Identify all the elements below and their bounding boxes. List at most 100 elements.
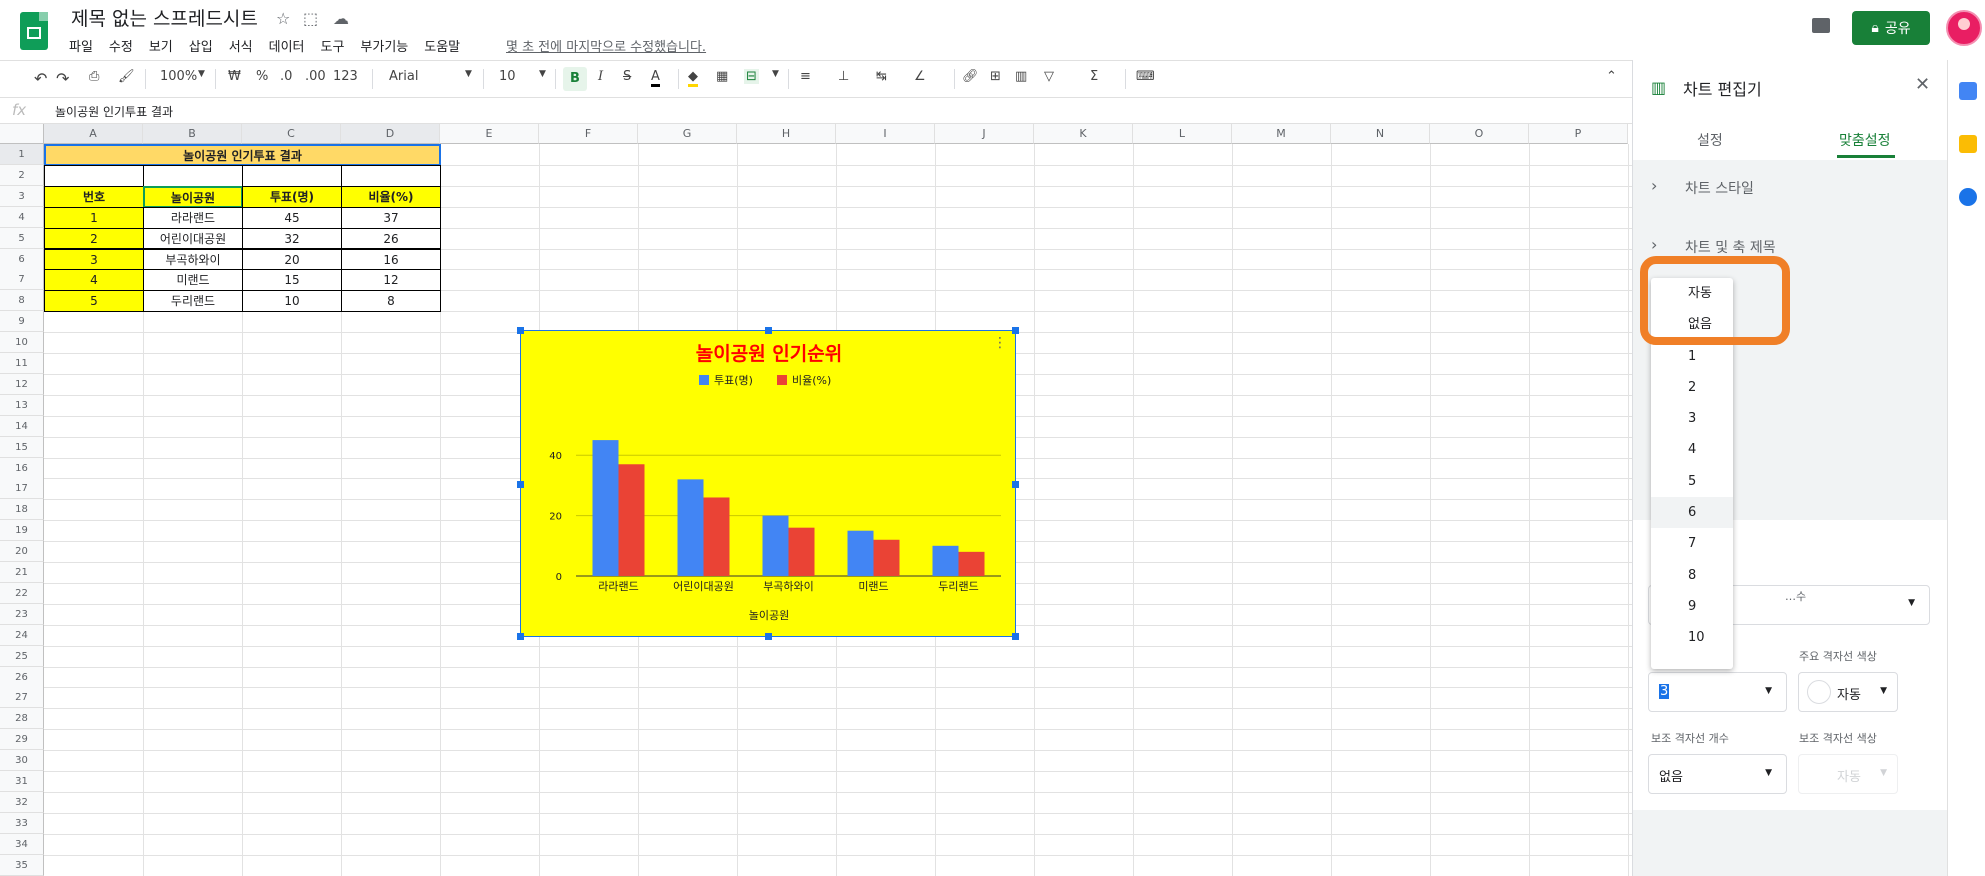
section-chart-axis-titles[interactable]: 차트 및 축 제목 bbox=[1685, 237, 1776, 257]
more-formats-button[interactable]: 123 bbox=[333, 69, 358, 84]
table-cell[interactable]: 4 bbox=[44, 269, 144, 292]
column-header-C[interactable]: C bbox=[242, 124, 341, 144]
menu-addons[interactable]: 부가기능 bbox=[360, 36, 408, 55]
merge-cells-icon[interactable]: ⊟ bbox=[744, 69, 759, 84]
keep-icon[interactable] bbox=[1959, 135, 1977, 153]
comment-icon[interactable] bbox=[1812, 18, 1830, 33]
row-header-1[interactable]: 1 bbox=[0, 144, 44, 165]
table-cell[interactable]: 8 bbox=[341, 290, 441, 313]
row-header-19[interactable]: 19 bbox=[0, 520, 44, 542]
formula-input[interactable]: 놀이공원 인기투표 결과 bbox=[55, 103, 173, 120]
chevron-right-icon[interactable]: › bbox=[1651, 235, 1657, 254]
percent-button[interactable]: % bbox=[256, 69, 268, 84]
minor-gridline-count-select[interactable]: 없음 ▼ bbox=[1648, 754, 1787, 794]
column-header-N[interactable]: N bbox=[1331, 124, 1430, 144]
row-header-27[interactable]: 27 bbox=[0, 687, 44, 709]
resize-handle[interactable] bbox=[517, 327, 524, 334]
dropdown-option[interactable]: 4 bbox=[1651, 434, 1733, 465]
align-horizontal-icon[interactable]: ≡ bbox=[800, 69, 811, 84]
font-size-select[interactable]: 10 bbox=[499, 69, 516, 84]
text-color-button[interactable]: A bbox=[651, 69, 660, 87]
column-header-G[interactable]: G bbox=[638, 124, 737, 144]
font-chevron-icon[interactable]: ▼ bbox=[465, 69, 472, 79]
borders-icon[interactable]: ▦ bbox=[716, 69, 728, 84]
star-icon[interactable]: ☆ bbox=[276, 9, 290, 28]
merge-chevron-icon[interactable]: ▼ bbox=[772, 69, 779, 79]
menu-file[interactable]: 파일 bbox=[69, 36, 93, 55]
table-cell[interactable]: 미랜드 bbox=[143, 269, 243, 292]
row-header-28[interactable]: 28 bbox=[0, 708, 44, 730]
menu-edit[interactable]: 수정 bbox=[109, 36, 133, 55]
row-header-17[interactable]: 17 bbox=[0, 478, 44, 500]
functions-button[interactable]: Σ bbox=[1090, 69, 1098, 84]
table-cell[interactable]: 1 bbox=[44, 206, 144, 229]
increase-decimal-button[interactable]: .00 bbox=[305, 69, 326, 84]
table-cell[interactable]: 어린이대공원 bbox=[143, 227, 243, 250]
menu-view[interactable]: 보기 bbox=[149, 36, 173, 55]
table-cell[interactable]: 20 bbox=[242, 248, 342, 271]
table-header-cell[interactable]: 번호 bbox=[44, 185, 144, 208]
fill-color-icon[interactable]: ◆ bbox=[688, 69, 698, 87]
column-header-I[interactable]: I bbox=[836, 124, 935, 144]
paint-format-icon[interactable]: 🖌︎ bbox=[118, 69, 135, 84]
row-header-33[interactable]: 33 bbox=[0, 812, 44, 834]
row-header-9[interactable]: 9 bbox=[0, 311, 44, 333]
table-header-cell[interactable]: 비율(%) bbox=[341, 185, 441, 208]
table-cell[interactable]: 15 bbox=[242, 269, 342, 292]
row-header-12[interactable]: 12 bbox=[0, 373, 44, 395]
resize-handle[interactable] bbox=[517, 481, 524, 488]
major-gridline-color-select[interactable]: 자동 ▼ bbox=[1798, 672, 1898, 712]
empty-cell[interactable] bbox=[341, 164, 441, 187]
row-header-7[interactable]: 7 bbox=[0, 269, 44, 291]
row-header-5[interactable]: 5 bbox=[0, 227, 44, 249]
row-header-20[interactable]: 20 bbox=[0, 541, 44, 563]
move-folder-icon[interactable]: ⬚ bbox=[303, 9, 318, 28]
row-header-3[interactable]: 3 bbox=[0, 185, 44, 207]
dropdown-option[interactable]: 2 bbox=[1651, 372, 1733, 403]
row-header-32[interactable]: 32 bbox=[0, 791, 44, 813]
row-header-4[interactable]: 4 bbox=[0, 206, 44, 228]
row-header-35[interactable]: 35 bbox=[0, 854, 44, 876]
row-header-24[interactable]: 24 bbox=[0, 624, 44, 646]
menu-help[interactable]: 도움말 bbox=[424, 36, 460, 55]
close-icon[interactable]: ✕ bbox=[1915, 74, 1930, 95]
empty-cell[interactable] bbox=[44, 164, 144, 187]
calendar-icon[interactable] bbox=[1959, 82, 1977, 100]
column-header-H[interactable]: H bbox=[737, 124, 836, 144]
row-header-18[interactable]: 18 bbox=[0, 499, 44, 521]
row-header-2[interactable]: 2 bbox=[0, 164, 44, 186]
column-header-A[interactable]: A bbox=[44, 124, 143, 144]
row-header-8[interactable]: 8 bbox=[0, 290, 44, 312]
column-header-K[interactable]: K bbox=[1034, 124, 1133, 144]
size-chevron-icon[interactable]: ▼ bbox=[539, 69, 546, 79]
row-header-14[interactable]: 14 bbox=[0, 415, 44, 437]
column-header-J[interactable]: J bbox=[935, 124, 1034, 144]
document-title[interactable]: 제목 없는 스프레드시트 bbox=[71, 4, 258, 31]
tab-setup[interactable]: 설정 bbox=[1697, 130, 1723, 150]
table-cell[interactable]: 12 bbox=[341, 269, 441, 292]
zoom-chevron-icon[interactable]: ▼ bbox=[198, 69, 205, 79]
table-header-cell[interactable]: 투표(명) bbox=[242, 185, 342, 208]
dropdown-option[interactable]: 9 bbox=[1651, 591, 1733, 622]
embedded-chart[interactable]: 놀이공원 인기순위 투표(명) 비율(%) 0 20 40 라라랜드 어린이대공원 부곡하와이 미… bbox=[517, 327, 1019, 640]
menu-insert[interactable]: 삽입 bbox=[189, 36, 213, 55]
row-header-30[interactable]: 30 bbox=[0, 750, 44, 772]
font-select[interactable]: Arial bbox=[389, 69, 418, 84]
row-header-6[interactable]: 6 bbox=[0, 248, 44, 270]
resize-handle[interactable] bbox=[1012, 481, 1019, 488]
link-icon[interactable]: 🔗︎ bbox=[962, 69, 979, 84]
table-cell[interactable]: 5 bbox=[44, 290, 144, 313]
table-cell[interactable]: 3 bbox=[44, 248, 144, 271]
row-header-34[interactable]: 34 bbox=[0, 833, 44, 855]
currency-button[interactable]: ₩ bbox=[228, 69, 241, 84]
table-title-cell[interactable]: 놀이공원 인기투표 결과 bbox=[44, 144, 441, 166]
column-header-O[interactable]: O bbox=[1430, 124, 1529, 144]
row-header-31[interactable]: 31 bbox=[0, 771, 44, 792]
row-header-23[interactable]: 23 bbox=[0, 603, 44, 625]
table-header-cell[interactable]: 놀이공원 bbox=[143, 185, 243, 208]
row-header-16[interactable]: 16 bbox=[0, 457, 44, 479]
menu-data[interactable]: 데이터 bbox=[269, 36, 305, 55]
sheets-logo-icon[interactable] bbox=[20, 12, 48, 50]
table-cell[interactable]: 라라랜드 bbox=[143, 206, 243, 229]
table-cell[interactable]: 45 bbox=[242, 206, 342, 229]
